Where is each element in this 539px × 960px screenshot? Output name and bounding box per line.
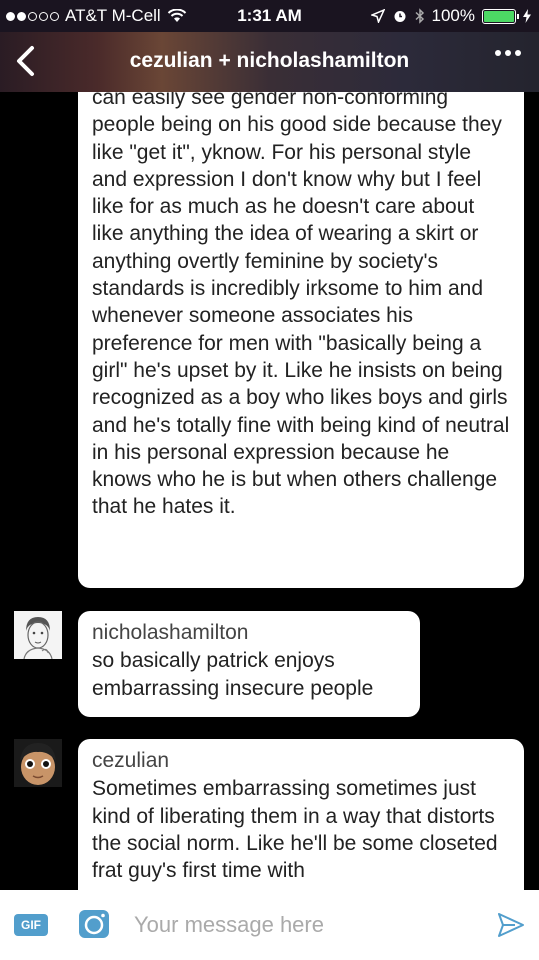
message-text: can easily see gender non-conforming peo… [92, 92, 510, 519]
battery-icon [482, 8, 519, 24]
message-bubble: nicholashamilton so basically patrick en… [78, 611, 420, 717]
message-list[interactable]: can easily see gender non-conforming peo… [0, 92, 539, 890]
more-options-button[interactable] [495, 50, 521, 56]
camera-button[interactable] [78, 908, 110, 940]
avatar-nicholashamilton[interactable] [14, 611, 62, 659]
bluetooth-icon [415, 8, 424, 24]
message-bubble: cezulian Sometimes embarrassing sometime… [78, 739, 524, 890]
location-icon [370, 9, 385, 23]
camera-icon [79, 910, 109, 938]
status-right: 100% [370, 6, 531, 26]
message-composer: GIF [0, 890, 539, 960]
send-button[interactable] [496, 910, 526, 940]
alarm-icon [394, 11, 406, 22]
message-text: so basically patrick enjoys embarrassing… [92, 649, 374, 700]
message-sender[interactable]: cezulian [92, 747, 510, 774]
message-bubble: can easily see gender non-conforming peo… [78, 92, 524, 588]
avatar-cezulian[interactable] [14, 739, 62, 787]
avatar-image [14, 739, 62, 787]
status-bar: AT&T M-Cell 1:31 AM 100% [0, 0, 539, 32]
conversation-header: cezulian + nicholashamilton [0, 32, 539, 92]
charging-icon [523, 9, 531, 23]
conversation-title: cezulian + nicholashamilton [129, 49, 410, 72]
gif-button[interactable]: GIF [14, 914, 48, 936]
send-icon [498, 913, 524, 937]
avatar-image [14, 611, 62, 659]
message-input[interactable] [134, 910, 474, 940]
message-sender[interactable]: nicholashamilton [92, 619, 406, 646]
battery-percent: 100% [431, 6, 475, 25]
message-text: Sometimes embarrassing sometimes just ki… [92, 777, 498, 883]
